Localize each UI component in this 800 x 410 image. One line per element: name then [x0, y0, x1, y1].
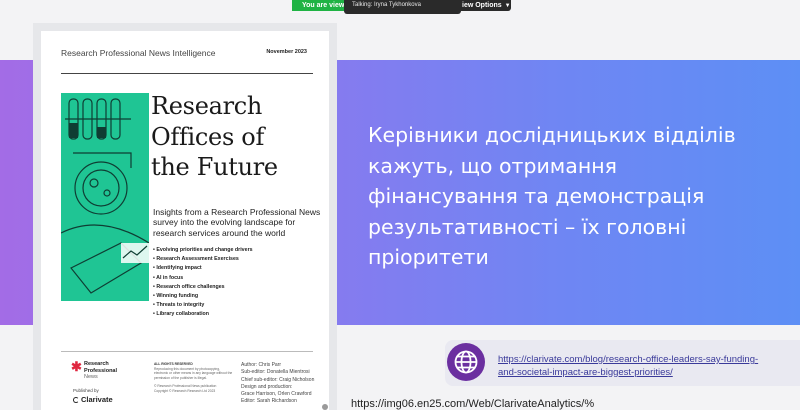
published-by-label: Published by: [73, 388, 99, 393]
report-title-line: the Future: [151, 153, 278, 181]
list-item: Threats to integrity: [153, 301, 253, 310]
bottom-url-text[interactable]: https://img06.en25.com/Web/ClarivateAnal…: [351, 398, 594, 410]
clarivate-mark-icon: [73, 397, 79, 403]
report-title-line: Research: [151, 92, 263, 120]
list-item: Identifying impact: [153, 264, 253, 273]
lab-illustration-icon: [61, 93, 149, 301]
rights-notice: ALL RIGHTS RESERVED Reproducing this doc…: [154, 362, 234, 394]
chevron-down-icon: ▼: [504, 3, 511, 9]
slide-title: Керівники дослідницьких відділів кажуть,…: [368, 120, 778, 273]
list-item: Winning funding: [153, 292, 253, 301]
credit-line: Chief sub-editor: Craig Nicholson: [241, 376, 315, 383]
source-link-line[interactable]: https://clarivate.com/blog/research-offi…: [498, 354, 798, 367]
zoom-viewing-indicator[interactable]: You are viewi: [292, 0, 344, 11]
list-item: Evolving priorities and change drivers: [153, 246, 252, 255]
report-subtitle: Insights from a Research Professional Ne…: [153, 207, 321, 238]
slide-title-line: пріоритети: [368, 245, 489, 269]
cover-illustration: [61, 93, 149, 301]
credit-line: Design and production:: [241, 383, 293, 390]
slide-title-line: фінансування та демонстрація: [368, 184, 705, 208]
credit-line: Sub-editor: Donatella Mientrosi: [241, 369, 310, 376]
report-title: Research Offices of the Future: [151, 91, 278, 183]
source-link[interactable]: https://clarivate.com/blog/research-offi…: [498, 354, 798, 379]
source-link-line[interactable]: and-societal-impact-are-biggest-prioriti…: [498, 367, 798, 380]
rights-text: Reproducing this document by photocopyin…: [154, 366, 233, 380]
cover-date: November 2023: [266, 49, 307, 55]
cover-brand: Research Professional News Intelligence: [61, 48, 216, 58]
asterisk-logo-icon: ✱: [71, 359, 82, 374]
report-cover-image: Research Professional News Intelligence …: [33, 23, 337, 410]
clarivate-logo: Clarivate: [73, 395, 113, 404]
list-item: Library collaboration: [153, 310, 253, 319]
view-options-button[interactable]: iew Options ▼: [461, 0, 511, 11]
report-cover-page: Research Professional News Intelligence …: [41, 31, 329, 410]
cover-divider: [61, 73, 313, 74]
logo-line: News: [84, 374, 98, 380]
slide-title-line: кажуть, що отримання: [368, 153, 617, 178]
publisher-name: Clarivate: [81, 395, 113, 404]
credits-block: Author: Chris Parr Sub-editor: Donatella…: [241, 362, 314, 406]
cover-bottom-divider: [61, 351, 313, 352]
slide-title-line: Керівники дослідницьких відділів: [368, 123, 736, 147]
credit-line: Editor: Sarah Richardson: [241, 398, 297, 405]
report-contents-list: Evolving priorities and change drivers R…: [153, 246, 253, 320]
list-item: AI in focus: [153, 274, 253, 283]
report-title-line: Offices of: [151, 122, 265, 151]
credit-line: Author: Chris Parr: [241, 362, 282, 368]
dot-icon: [322, 404, 328, 410]
credit-line: Grace Harrison, Orlen Crawford: [241, 391, 312, 398]
globe-icon: [447, 343, 485, 381]
list-item: Research office challenges: [153, 283, 253, 292]
rights-copyright: Copyright © Research Research Ltd 2023: [154, 388, 216, 393]
zoom-talking-indicator: Talking: Iryna Tykhonkova: [344, 0, 461, 14]
list-item: Research Assessment Exercises: [153, 255, 253, 264]
view-options-label: iew Options: [462, 2, 502, 9]
slide-title-line: результативності – їх головні: [368, 214, 687, 239]
